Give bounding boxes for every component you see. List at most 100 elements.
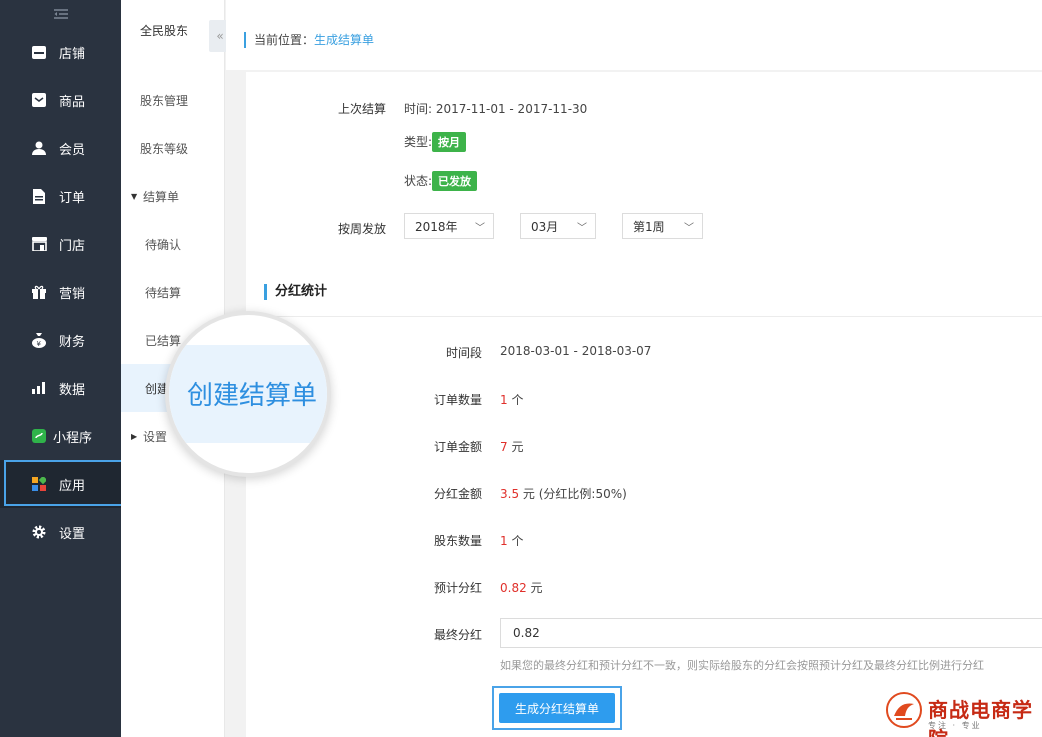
subnav-label: 股东管理 (140, 93, 189, 108)
sidebar-item-label: 会员 (59, 142, 86, 158)
sidebar-item-mini-program[interactable]: 小程序 (0, 412, 121, 460)
subnav-label: 设置 (143, 429, 168, 444)
section-title: 分红统计 (264, 284, 327, 300)
sidebar-item-label: 小程序 (53, 430, 93, 446)
breadcrumb-current[interactable]: 生成结算单 (314, 33, 374, 47)
week-select[interactable]: 第1周 ﹀ (622, 213, 703, 239)
unit: 个 (507, 534, 524, 548)
weekly-label: 按周发放 (338, 222, 387, 236)
final-dividend-label: 最终分红 (433, 628, 482, 642)
dividend-amount-value: 3.5 (500, 487, 520, 501)
sidebar-item-apps[interactable]: 应用 (0, 460, 121, 508)
order-amount-label: 订单金额 (433, 440, 482, 454)
subnav-label: 待结算 (145, 285, 182, 300)
logo-seal-icon (886, 692, 922, 728)
sidebar-item-goods[interactable]: 商品 (0, 76, 121, 124)
sidebar-item-marketing[interactable]: 营销 (0, 268, 121, 316)
sidebar-item-label: 门店 (59, 238, 86, 254)
last-settlement-status: 状态: 已发放 (404, 171, 478, 191)
member-icon (31, 140, 47, 156)
estimated-value: 0.82 (500, 581, 527, 595)
subnav-item-pending-confirm[interactable]: 待确认 (121, 220, 225, 268)
subnav-item-holder-manage[interactable]: 股东管理 (121, 76, 225, 124)
sidebar-item-data[interactable]: 数据 (0, 364, 121, 412)
store-icon (31, 44, 47, 60)
sidebar-item-order[interactable]: 订单 (0, 172, 121, 220)
subnav-label: 股东等级 (140, 141, 189, 156)
holder-count-label: 股东数量 (433, 534, 482, 548)
last-settlement-time: 时间: 2017-11-01 - 2017-11-30 (404, 100, 587, 117)
dividend-amount-label: 分红金额 (433, 487, 482, 501)
mini-program-icon (31, 428, 47, 444)
divider (246, 316, 1042, 317)
year-value: 2018年 (415, 219, 458, 234)
collapse-menu-icon[interactable] (0, 0, 121, 28)
subnav-item-settlement[interactable]: ▼ 结算单 (121, 172, 225, 220)
unit: 元 (507, 440, 524, 454)
breadcrumb-prefix: 当前位置： (254, 33, 315, 47)
sidebar-item-member[interactable]: 会员 (0, 124, 121, 172)
magnifier-text: 创建结算单 (187, 381, 318, 411)
order-icon (31, 188, 47, 204)
type-label: 类型: (404, 135, 433, 149)
apps-icon (31, 476, 47, 492)
last-settlement-type: 类型: 按月 (404, 132, 467, 152)
order-amount-value: 7 (500, 440, 508, 454)
chevron-down-icon: ﹀ (577, 223, 587, 234)
caret-down-icon: ▼ (131, 191, 138, 201)
unit: 个 (507, 393, 524, 407)
status-badge: 已发放 (432, 171, 478, 191)
chevron-down-icon: ﹀ (475, 223, 485, 234)
sidebar-item-label: 营销 (59, 286, 86, 302)
type-tag: 按月 (432, 132, 467, 152)
magnifier-callout: 创建结算单 (165, 311, 331, 477)
sidebar-item-shop[interactable]: 门店 (0, 220, 121, 268)
generate-dividend-settlement-button[interactable]: 生成分红结算单 (499, 693, 615, 723)
subnav-label: 结算单 (143, 189, 180, 204)
sidebar-item-label: 设置 (59, 526, 86, 542)
subnav-label: 待确认 (145, 237, 182, 252)
dividend-amount: 3.5 元 (分红比例:50%) (500, 485, 627, 502)
shop-icon (31, 236, 47, 252)
order-count: 1 个 (500, 391, 523, 408)
sidebar-item-label: 应用 (59, 478, 86, 494)
sidebar-item-label: 店铺 (59, 46, 86, 62)
generate-button-highlight: 生成分红结算单 (492, 686, 622, 730)
sidebar-item-finance[interactable]: ¥ 财务 (0, 316, 121, 364)
unit: 元 (分红比例:50%) (519, 487, 627, 501)
main-panel: 上次结算 时间: 2017-11-01 - 2017-11-30 类型: 按月 状… (246, 72, 1042, 737)
order-amount: 7 元 (500, 438, 523, 455)
order-count-label: 订单数量 (433, 393, 482, 407)
chevron-down-icon: ﹀ (684, 223, 694, 234)
final-dividend-hint: 如果您的最终分红和预计分红不一致，则实际给股东的分红会按照预计分红及最终分红比例… (500, 659, 984, 672)
logo-subtitle: 专注 · 专业 (928, 721, 982, 730)
month-value: 03月 (531, 219, 559, 234)
breadcrumb: 当前位置：生成结算单 (244, 32, 374, 48)
last-settlement-label: 上次结算 (338, 102, 387, 116)
holder-count: 1 个 (500, 532, 523, 549)
time-label: 时间: (404, 102, 436, 116)
goods-icon (31, 92, 47, 108)
period-value: 2018-03-01 - 2018-03-07 (500, 344, 652, 358)
period-label: 时间段 (445, 346, 482, 360)
order-count-value: 1 (500, 393, 508, 407)
month-select[interactable]: 03月 ﹀ (520, 213, 596, 239)
time-value: 2017-11-01 - 2017-11-30 (435, 102, 588, 116)
sidebar-item-store[interactable]: 店铺 (0, 28, 121, 76)
unit: 元 (526, 581, 543, 595)
sidebar-item-label: 财务 (59, 334, 86, 350)
sidebar-item-label: 订单 (59, 190, 86, 206)
gift-icon (31, 284, 47, 300)
main-sidebar: 店铺 商品 会员 订单 门店 营销 ¥ 财务 数据 小程序 应用 设置 (0, 0, 121, 737)
sidebar-item-label: 数据 (59, 382, 86, 398)
svg-text:¥: ¥ (37, 340, 42, 348)
gear-icon (31, 524, 47, 540)
status-label: 状态: (404, 174, 433, 188)
sidebar-item-label: 商品 (59, 94, 86, 110)
sidebar-item-settings[interactable]: 设置 (0, 508, 121, 556)
final-dividend-input[interactable]: 0.82 (500, 618, 1042, 648)
estimated-label: 预计分红 (433, 581, 482, 595)
year-select[interactable]: 2018年 ﹀ (404, 213, 494, 239)
subnav-item-holder-level[interactable]: 股东等级 (121, 124, 225, 172)
subnav-item-pending-settle[interactable]: 待结算 (121, 268, 225, 316)
